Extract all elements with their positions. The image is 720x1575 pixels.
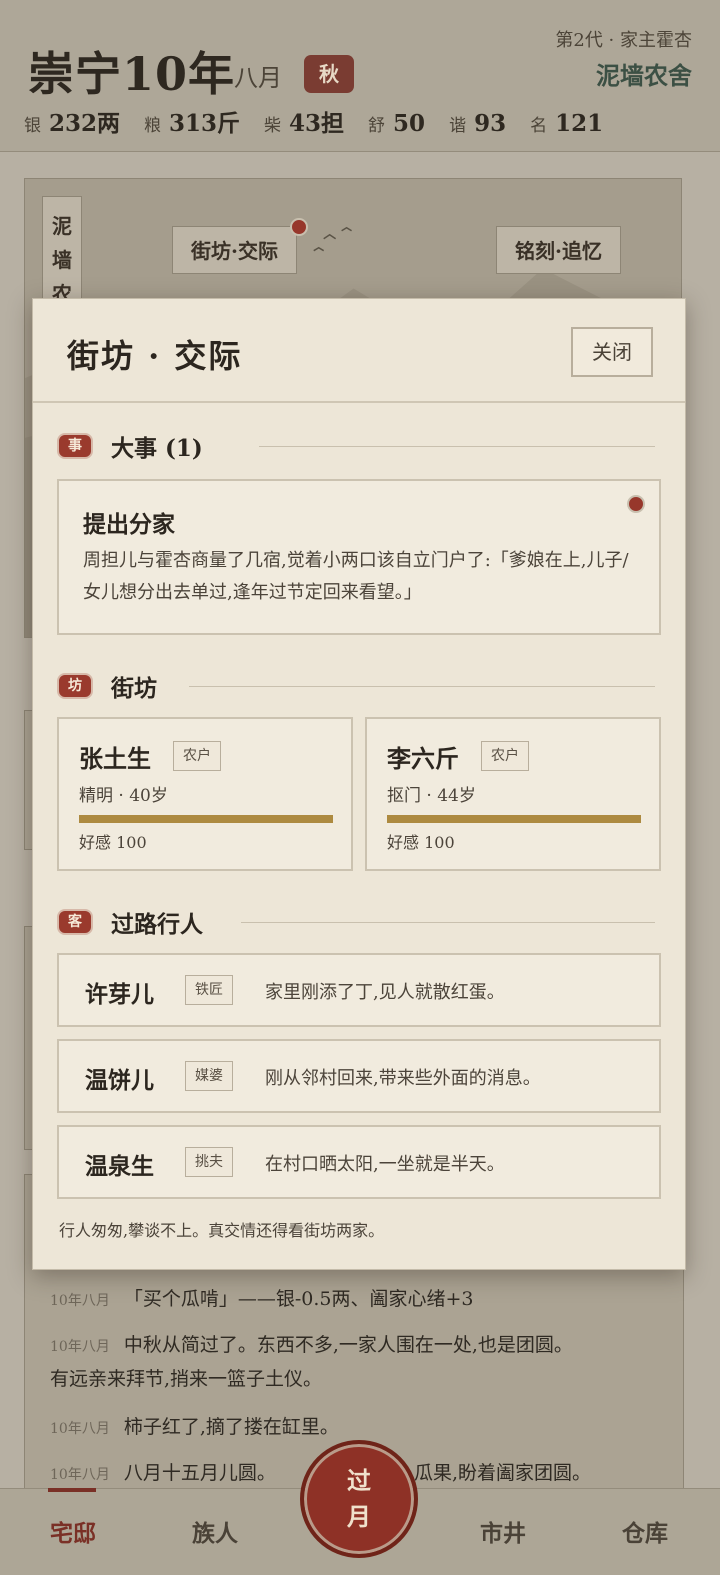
notification-dot [290,218,308,236]
modal-header: 街坊 · 交际 关闭 [33,299,685,403]
scene-tag-memorial[interactable]: 铭刻·追忆 [496,226,621,274]
section-title: 大事 (1) [111,435,203,462]
event-card[interactable]: 提出分家 周担儿与霍杏商量了几宿,觉着小两口该自立门户了:「爹娘在上,儿子/女儿… [57,479,661,635]
passer-row[interactable]: 温泉生 挑夫 在村口晒太阳,一坐就是半天。 [57,1125,661,1199]
seal-icon: 事 [57,433,93,459]
tab-residence[interactable]: 宅邸 [28,1514,118,1548]
tab-warehouse[interactable]: 仓库 [600,1514,690,1548]
generation-label: 第2代 · 家主霍杏 [555,30,692,51]
passer-name: 温饼儿 [85,1067,154,1094]
tab-clan[interactable]: 族人 [170,1514,260,1548]
log-entry: 10年八月 八月十五月儿圆。 [50,1462,276,1484]
stat-silver: 银 232两 [24,110,121,137]
log-entry: 有远亲来拜节,捎来一篮子土仪。 [50,1368,323,1390]
neighbor-meta: 抠门 · 44岁 [387,786,476,806]
close-button[interactable]: 关闭 [571,327,653,377]
next-month-button[interactable]: 过 月 [300,1440,418,1558]
section-title: 街坊 [111,675,157,702]
neighbor-card[interactable]: 李六斤 农户 抠门 · 44岁 好感 100 [365,717,661,871]
favor-bar [79,815,333,823]
modal-title: 街坊 · 交际 [67,337,243,375]
tab-market[interactable]: 市井 [458,1514,548,1548]
scene-tag-neighbors[interactable]: 街坊·交际 [172,226,297,274]
event-title: 提出分家 [83,511,175,538]
passer-name: 温泉生 [85,1153,154,1180]
role-badge: 农户 [481,741,529,771]
role-badge: 媒婆 [185,1061,233,1091]
passer-row[interactable]: 温饼儿 媒婆 刚从邻村回来,带来些外面的消息。 [57,1039,661,1113]
stat-fame: 名 121 [530,110,604,137]
season-badge: 秋 [304,55,354,93]
log-entry: 10年八月 「买个瓜啃」——银-0.5两、阖家心绪+3 [50,1288,474,1310]
stat-comfort: 舒 50 [368,110,426,137]
log-entry: 10年八月 中秋从简过了。东西不多,一家人围在一处,也是团圆。 [50,1334,573,1356]
role-badge: 挑夫 [185,1147,233,1177]
section-divider [189,686,655,687]
section-header-neighbors: 坊 街坊 [57,671,157,702]
event-description: 周担儿与霍杏商量了几宿,觉着小两口该自立门户了:「爹娘在上,儿子/女儿想分出去单… [83,550,629,603]
active-tab-indicator [48,1488,96,1492]
section-title: 过路行人 [111,911,203,938]
passer-name: 许芽儿 [85,981,154,1008]
neighbors-modal: 街坊 · 交际 关闭 事 大事 (1) 提出分家 周担儿与霍杏商量了几宿,觉着小… [32,298,686,1270]
household-name: 泥墙农舍 [596,61,692,90]
favor-bar-fill [387,815,641,823]
neighbor-name: 张土生 [79,744,151,773]
stat-grain: 粮 313斤 [144,110,241,137]
favor-label: 好感 100 [79,833,147,852]
unread-dot [627,495,645,513]
section-divider [259,446,655,447]
favor-bar [387,815,641,823]
neighbor-meta: 精明 · 40岁 [79,786,168,806]
status-header: 崇宁10年 八月 秋 第2代 · 家主霍杏 泥墙农舍 银 232两 粮 313斤 柴… [0,0,720,152]
passer-row[interactable]: 许芽儿 铁匠 家里刚添了丁,见人就散红蛋。 [57,953,661,1027]
role-badge: 农户 [173,741,221,771]
seal-icon: 坊 [57,673,93,699]
section-header-events: 事 大事 (1) [57,431,203,462]
modal-footer-note: 行人匆匆,攀谈不上。真交情还得看街坊两家。 [59,1221,385,1240]
neighbor-name: 李六斤 [387,744,459,773]
favor-label: 好感 100 [387,833,455,852]
section-divider [241,922,655,923]
log-entry: 10年八月 柿子红了,摘了搂在缸里。 [50,1416,339,1438]
section-header-passers: 客 过路行人 [57,907,203,938]
passer-description: 家里刚添了丁,见人就散红蛋。 [265,982,505,1003]
stat-harmony: 谐 93 [449,110,507,137]
seal-icon: 客 [57,909,93,935]
neighbor-card[interactable]: 张土生 农户 精明 · 40岁 好感 100 [57,717,353,871]
log-entry: 瓜果,盼着阖家团圆。 [414,1462,592,1484]
resource-stats: 银 232两 粮 313斤 柴 43担 舒 50 谐 93 名 121 [24,104,603,138]
passer-description: 刚从邻村回来,带来些外面的消息。 [265,1068,541,1089]
stat-firewood: 柴 43担 [264,110,345,137]
favor-bar-fill [79,815,333,823]
role-badge: 铁匠 [185,975,233,1005]
passer-description: 在村口晒太阳,一坐就是半天。 [265,1154,505,1175]
current-month: 八月 [234,64,282,92]
era-year: 崇宁10年 [28,47,236,101]
